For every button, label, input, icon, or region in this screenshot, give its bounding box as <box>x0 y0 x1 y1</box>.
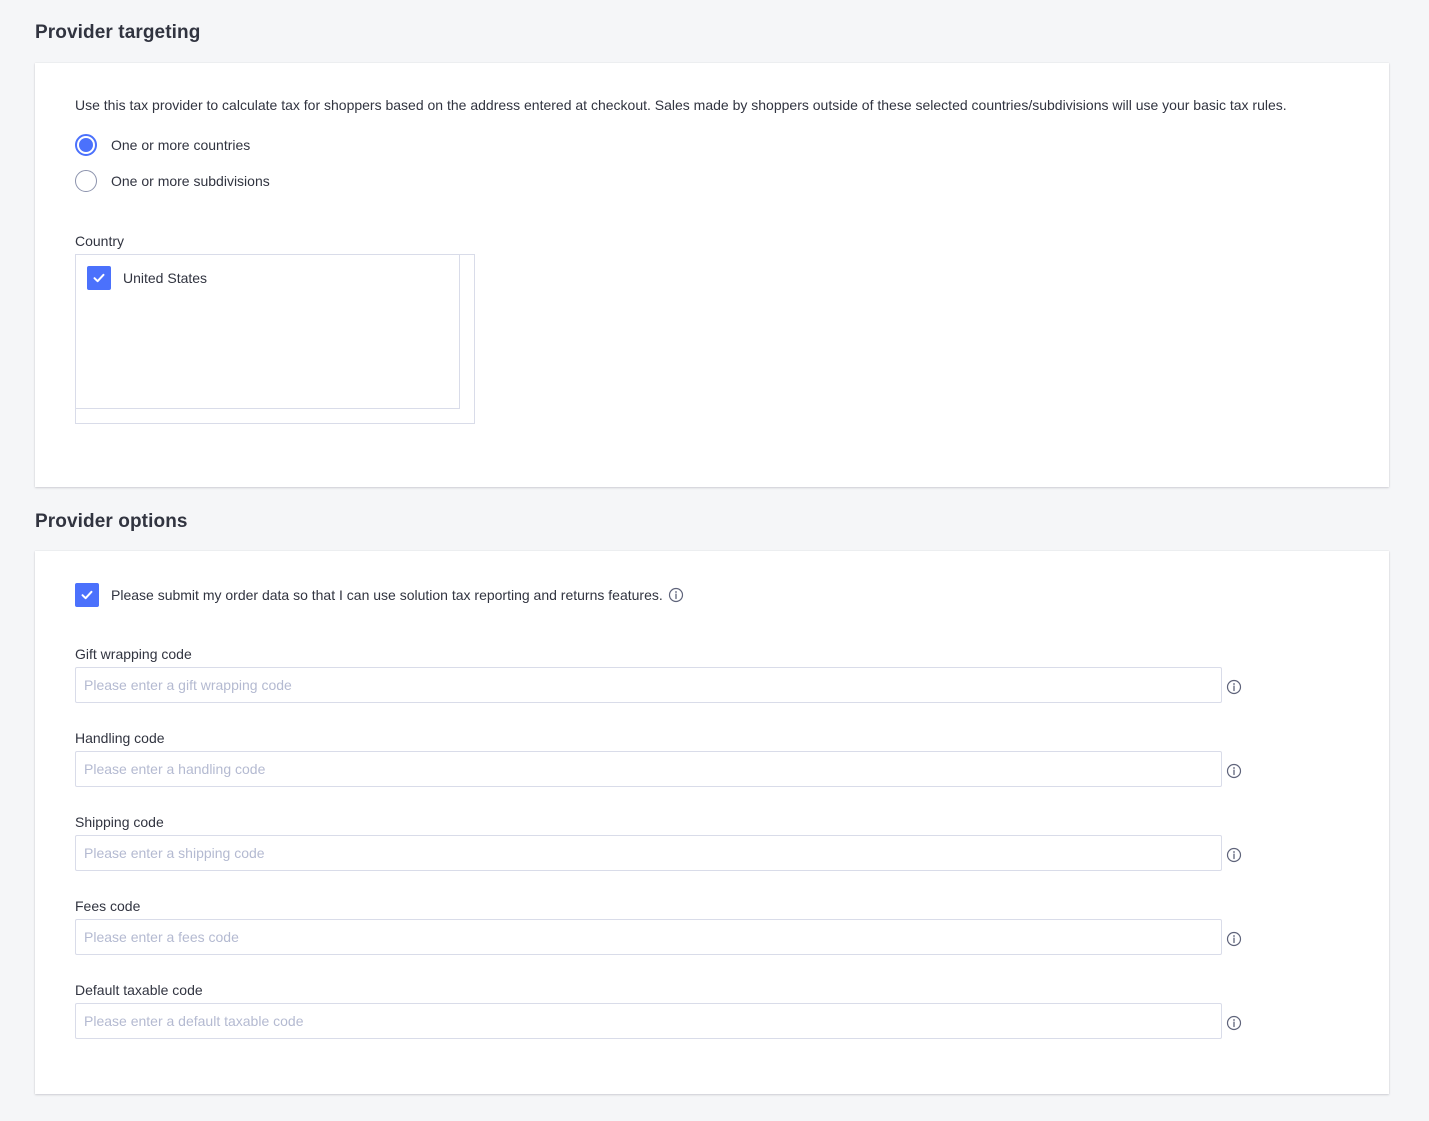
default-taxable-code-label: Default taxable code <box>75 982 203 998</box>
submit-order-data-label: Please submit my order data so that I ca… <box>111 587 663 603</box>
gift-wrapping-code-label: Gift wrapping code <box>75 646 192 662</box>
provider-targeting-title: Provider targeting <box>35 22 201 43</box>
info-icon[interactable] <box>1226 931 1242 947</box>
country-list-viewport: United States <box>76 255 460 409</box>
checkbox-checked[interactable] <box>87 266 111 290</box>
info-icon[interactable] <box>1226 1015 1242 1031</box>
radio-button-unchecked[interactable] <box>75 170 97 192</box>
handling-code-label: Handling code <box>75 730 165 746</box>
shipping-code-input[interactable] <box>75 835 1222 871</box>
gift-wrapping-code-input[interactable] <box>75 667 1222 703</box>
handling-code-input[interactable] <box>75 751 1222 787</box>
fees-code-input[interactable] <box>75 919 1222 955</box>
radio-one-or-more-subdivisions[interactable]: One or more subdivisions <box>75 170 270 192</box>
default-taxable-code-input[interactable] <box>75 1003 1222 1039</box>
country-list-box[interactable]: United States <box>75 254 475 424</box>
info-icon[interactable] <box>1226 679 1242 695</box>
shipping-code-label: Shipping code <box>75 814 164 830</box>
radio-button-checked[interactable] <box>75 134 97 156</box>
radio-label-subdivisions: One or more subdivisions <box>111 173 270 189</box>
targeting-description: Use this tax provider to calculate tax f… <box>75 97 1287 113</box>
info-icon[interactable] <box>1226 763 1242 779</box>
info-icon[interactable] <box>1226 847 1242 863</box>
provider-options-title: Provider options <box>35 511 188 532</box>
check-icon <box>93 273 105 283</box>
provider-options-panel: Please submit my order data so that I ca… <box>35 551 1389 1094</box>
country-label: Country <box>75 233 125 249</box>
country-item-label: United States <box>123 270 208 286</box>
submit-order-data-row[interactable]: Please submit my order data so that I ca… <box>75 583 684 607</box>
radio-one-or-more-countries[interactable]: One or more countries <box>75 134 250 156</box>
info-icon[interactable] <box>668 587 684 603</box>
radio-label-countries: One or more countries <box>111 137 251 153</box>
check-icon <box>81 590 93 600</box>
fees-code-label: Fees code <box>75 898 141 914</box>
country-item-united-states[interactable]: United States <box>87 266 207 290</box>
provider-targeting-panel: Use this tax provider to calculate tax f… <box>35 63 1389 487</box>
submit-order-data-checkbox[interactable] <box>75 583 99 607</box>
